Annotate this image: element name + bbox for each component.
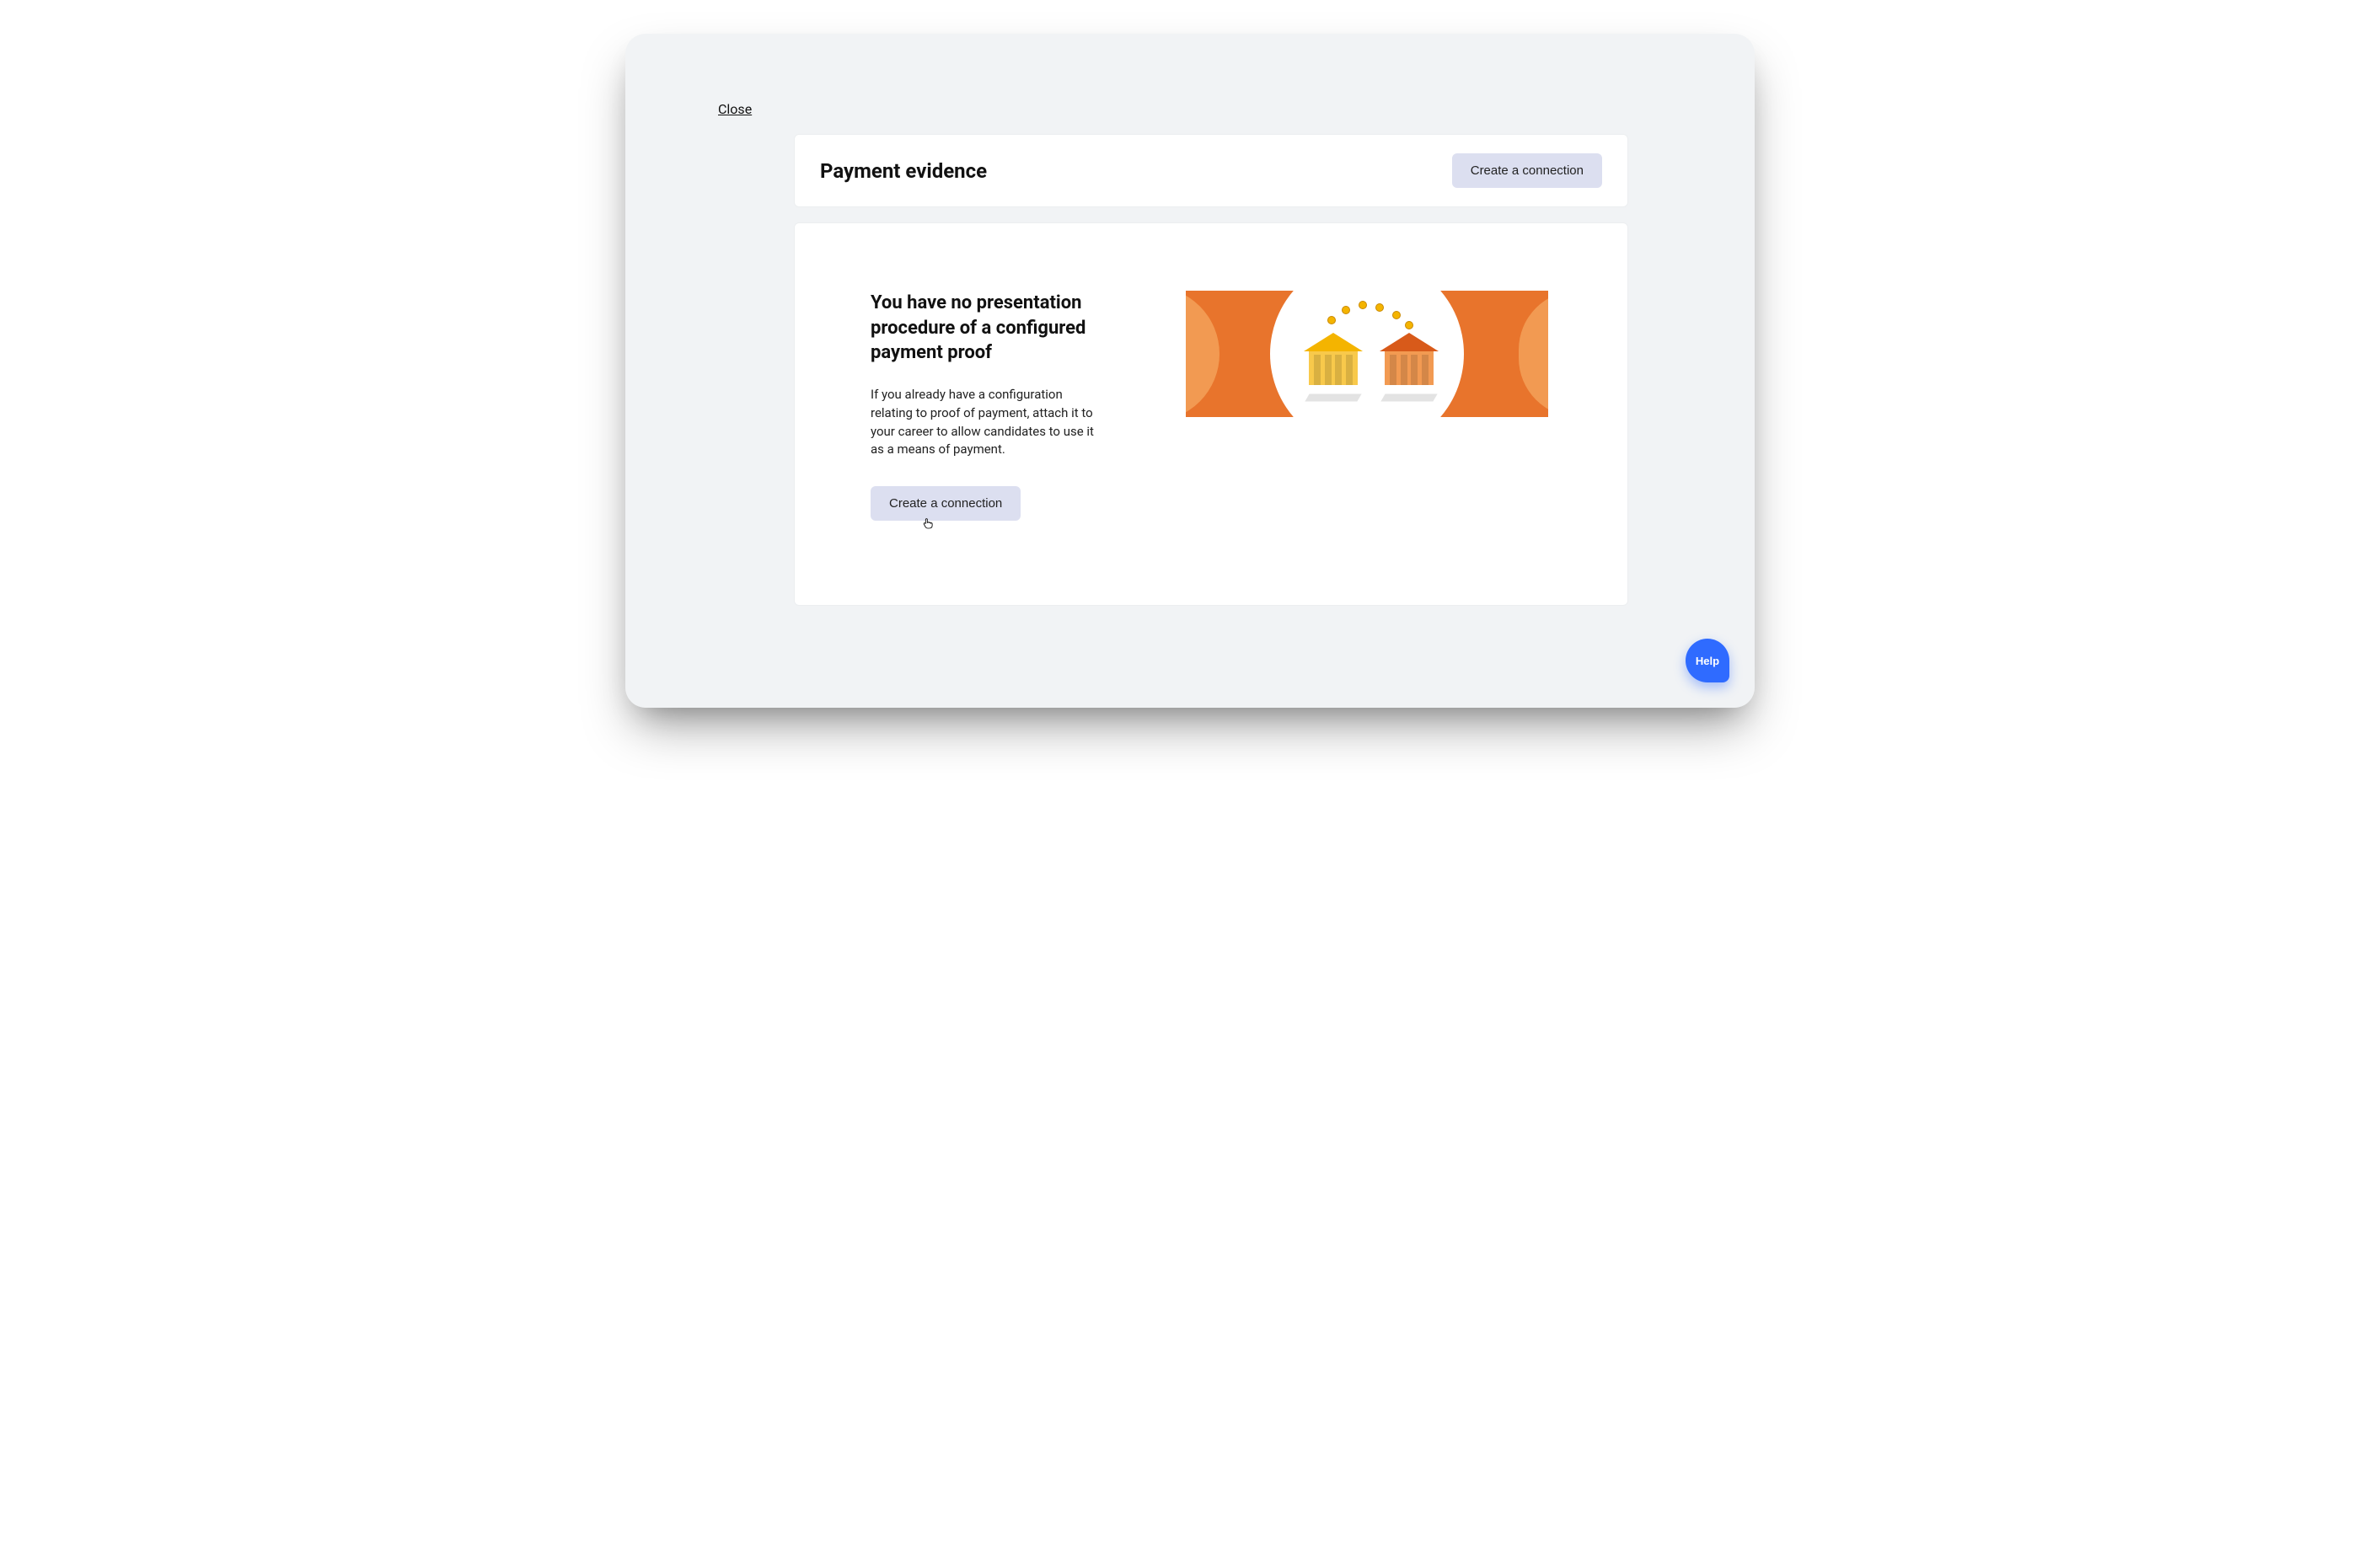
app-window: Close Payment evidence Create a connecti…	[625, 34, 1755, 708]
bank-transfer-illustration	[1186, 291, 1548, 417]
bank-building-icon	[1304, 343, 1363, 393]
page-title: Payment evidence	[820, 159, 987, 183]
empty-state-title: You have no presentation procedure of a …	[871, 291, 1107, 366]
help-button[interactable]: Help	[1686, 639, 1729, 682]
empty-state-description: If you already have a configuration rela…	[871, 386, 1107, 459]
create-connection-button-header[interactable]: Create a connection	[1452, 153, 1602, 188]
close-link[interactable]: Close	[718, 101, 752, 117]
page-header-card: Payment evidence Create a connection	[794, 134, 1628, 207]
bank-building-icon	[1380, 343, 1439, 393]
create-connection-button-body[interactable]: Create a connection	[871, 486, 1021, 521]
empty-state-text: You have no presentation procedure of a …	[871, 291, 1107, 521]
empty-state-card: You have no presentation procedure of a …	[794, 222, 1628, 606]
empty-state-illustration	[1157, 291, 1577, 417]
